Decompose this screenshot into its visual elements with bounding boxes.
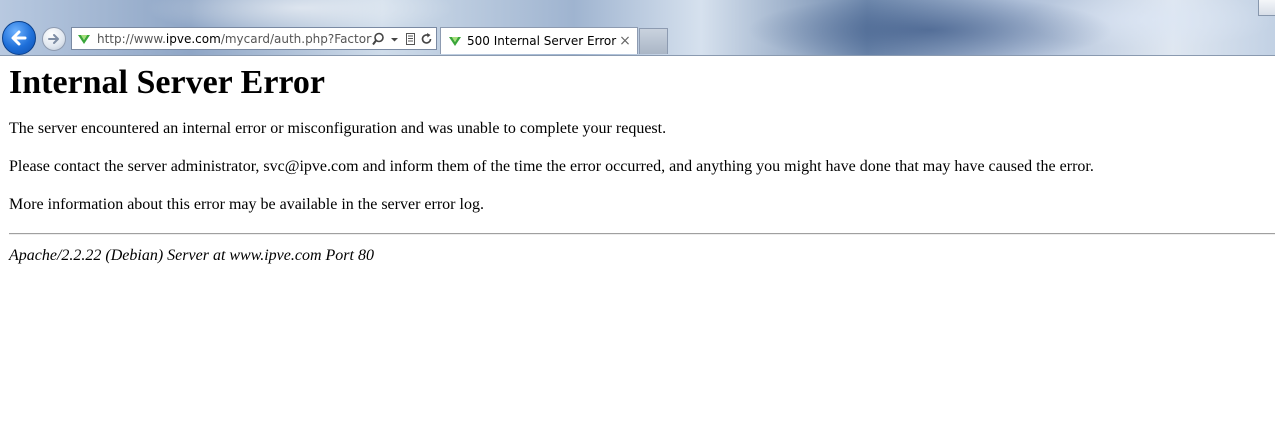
browser-chrome: http://www.ipve.com/mycard/auth.php?Fact… — [0, 0, 1275, 56]
new-tab-button[interactable] — [639, 28, 668, 54]
forward-button[interactable] — [42, 27, 66, 51]
page-content: Internal Server Error The server encount… — [9, 56, 1275, 266]
url-path: /mycard/auth.php?Factory — [220, 31, 372, 46]
back-button[interactable] — [2, 21, 36, 55]
search-icon[interactable] — [372, 32, 385, 46]
site-favicon-icon — [78, 34, 90, 44]
server-signature: Apache/2.2.22 (Debian) Server at www.ipv… — [9, 247, 374, 264]
address-url[interactable]: http://www.ipve.com/mycard/auth.php?Fact… — [97, 32, 372, 46]
close-icon[interactable]: × — [617, 33, 633, 49]
url-host: ipve.com — [165, 31, 221, 46]
contact-instructions: Please contact the server administrator,… — [9, 158, 1094, 175]
refresh-icon[interactable] — [420, 32, 433, 46]
error-log-note: More information about this error may be… — [9, 196, 484, 213]
forward-arrow-icon — [48, 34, 59, 44]
tab-title: 500 Internal Server Error — [467, 34, 617, 48]
window-control[interactable] — [1258, 0, 1275, 16]
compatibility-view-icon[interactable] — [404, 32, 417, 46]
error-description: The server encountered an internal error… — [9, 120, 667, 137]
page-title: Internal Server Error — [9, 64, 325, 101]
chevron-down-icon[interactable] — [388, 32, 401, 46]
tab-active[interactable]: 500 Internal Server Error × — [440, 27, 638, 54]
divider — [9, 233, 1275, 235]
address-bar[interactable]: http://www.ipve.com/mycard/auth.php?Fact… — [71, 27, 437, 50]
address-tools — [372, 32, 436, 46]
site-favicon-icon — [449, 37, 461, 46]
back-arrow-icon — [11, 30, 27, 46]
url-prefix: http://www. — [97, 31, 166, 46]
